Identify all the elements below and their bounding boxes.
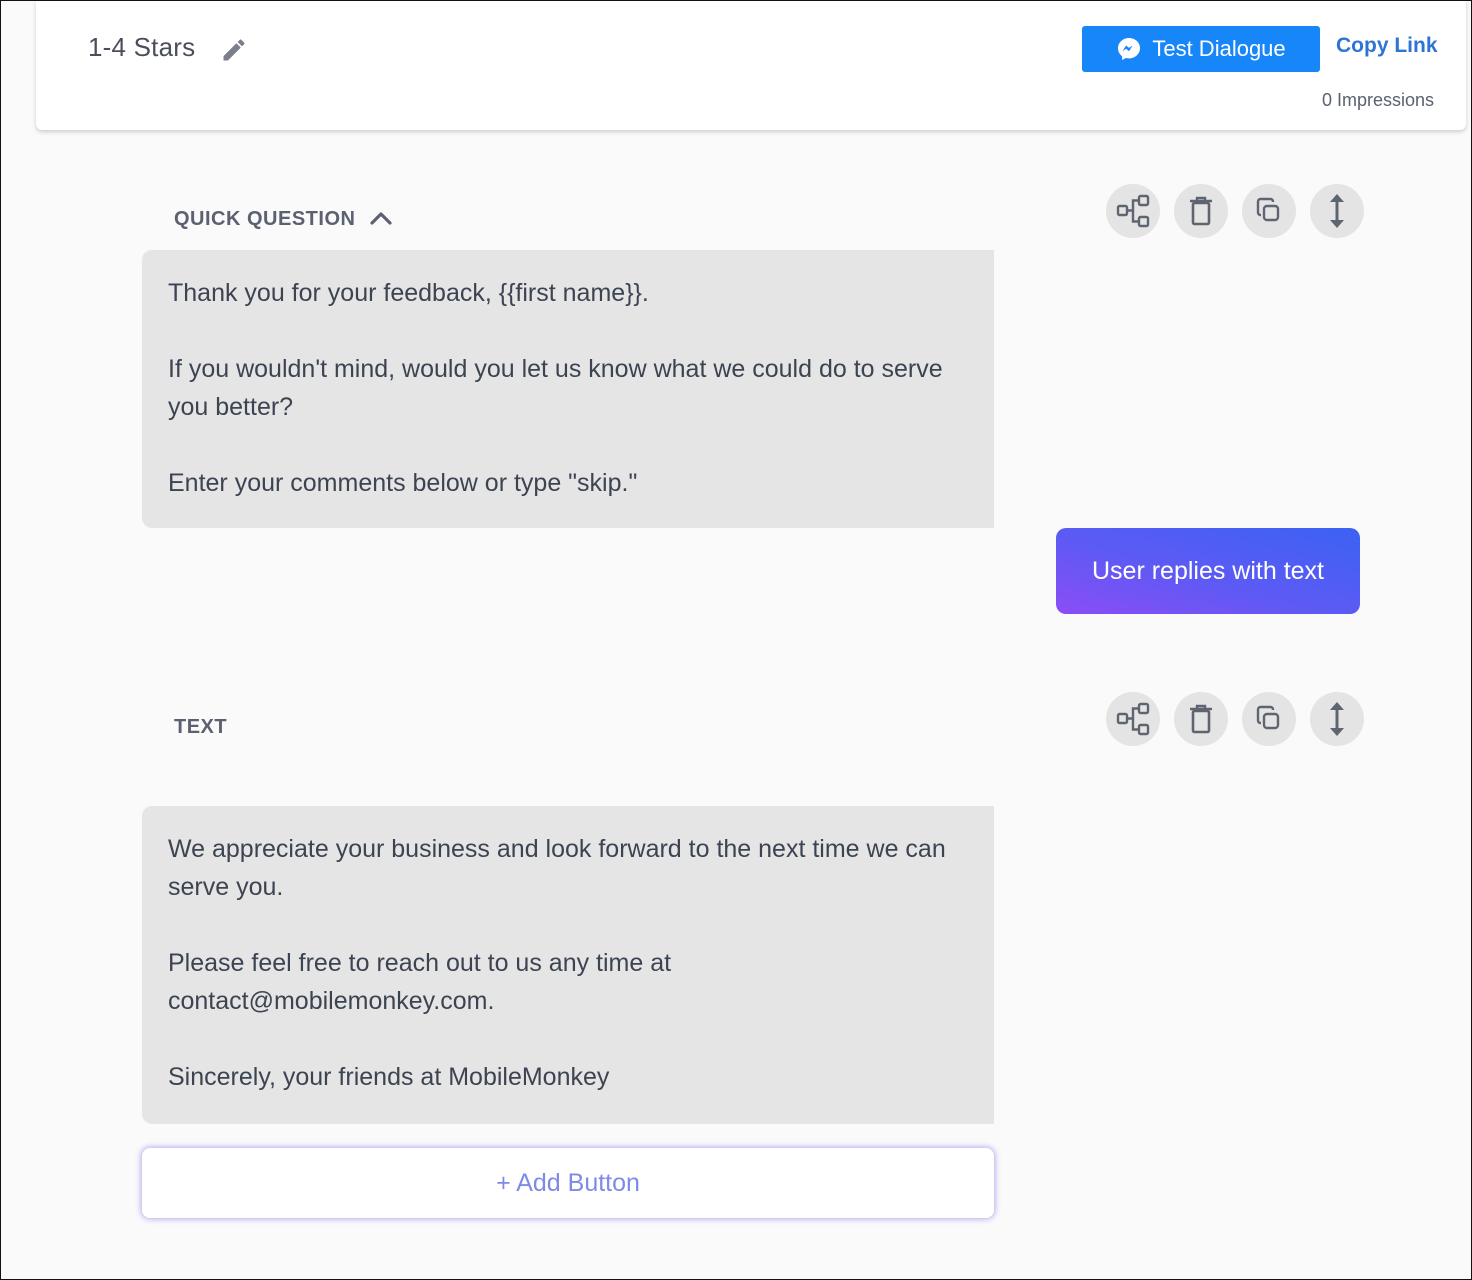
message-line: Thank you for your feedback, {{first nam… [168,279,649,307]
test-dialogue-button[interactable]: Test Dialogue [1082,26,1320,72]
move-vertical-icon [1330,194,1344,228]
messenger-icon [1118,38,1141,60]
move-button[interactable] [1310,692,1364,746]
move-vertical-icon [1330,702,1344,736]
duplicate-button[interactable] [1242,692,1296,746]
user-reply-button[interactable]: User replies with text [1056,528,1360,614]
message-line: We appreciate your business and look for… [168,835,946,901]
quick-question-label[interactable]: QUICK QUESTION [174,208,392,231]
copy-link-button[interactable]: Copy Link [1336,34,1438,58]
message-line: Sincerely, your friends at MobileMonkey [168,1063,610,1091]
impressions-count: 0 Impressions [1321,90,1434,110]
message-line: Enter your comments below or type "skip.… [168,469,638,497]
message-line: If you wouldn't mind, would you let us k… [168,355,943,421]
flow-button[interactable] [1106,184,1160,238]
duplicate-button[interactable] [1242,184,1296,238]
block-type-label: QUICK QUESTION [174,208,356,230]
dialogue-header: 1-4 Stars Test Dialogue Copy Link 0 Impr… [36,0,1466,130]
flow-icon [1116,194,1150,228]
block-actions [1106,692,1364,746]
message-line: Please feel free to reach out to us any … [168,949,672,1015]
flow-icon [1116,702,1150,736]
text-block-label: TEXT [174,716,228,738]
edit-pencil-icon[interactable] [220,36,248,64]
test-dialogue-label: Test Dialogue [1152,36,1286,61]
trash-icon [1190,196,1212,226]
add-button[interactable]: + Add Button [142,1148,994,1218]
block-actions [1106,184,1364,238]
text-message[interactable]: We appreciate your business and look for… [142,806,994,1124]
chevron-up-icon[interactable] [369,211,392,225]
quick-question-message[interactable]: Thank you for your feedback, {{first nam… [142,250,994,528]
dialogue-title: 1-4 Stars [88,32,196,62]
flow-button[interactable] [1106,692,1160,746]
trash-icon [1190,704,1212,734]
delete-button[interactable] [1174,692,1228,746]
move-button[interactable] [1310,184,1364,238]
delete-button[interactable] [1174,184,1228,238]
copy-icon [1256,197,1280,222]
copy-icon [1256,705,1280,730]
